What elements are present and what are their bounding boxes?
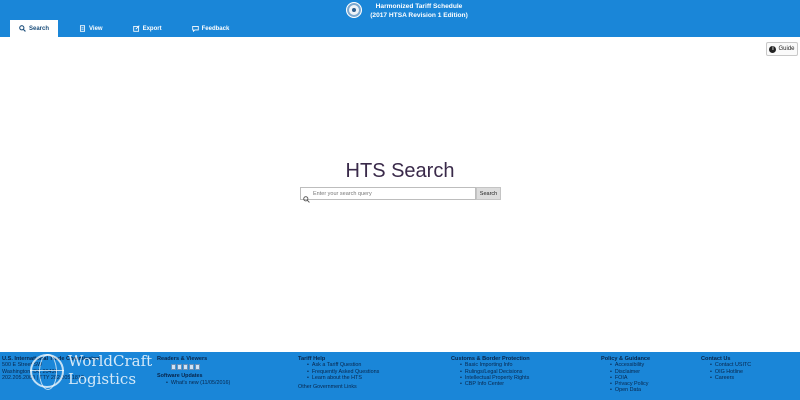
reader-icon[interactable] [195,364,200,371]
reader-icon[interactable] [177,364,182,371]
footer-col-cbp: Customs & Border Protection Basic Import… [451,356,591,387]
reader-icon[interactable] [183,364,188,371]
app-title-line1: Harmonized Tariff Schedule [375,3,463,10]
export-icon [132,25,140,32]
document-icon [79,25,86,32]
tab-export-label: Export [142,25,162,32]
info-icon: i [769,45,777,53]
footer-col-usitc: U.S. International Trade Commission 500 … [2,356,152,381]
app-title-line2: (2017 HTSA Revision 1 Edition) [370,12,468,19]
main-tabs: Search View Export Feedback [10,20,250,37]
search-field-icon [303,190,310,203]
header-bar: Harmonized Tariff Schedule (2017 HTSA Re… [0,0,800,37]
footer-col-readers: Readers & Viewers Software Updates What'… [157,356,287,386]
tab-search-label: Search [29,25,50,32]
footer-link[interactable]: What's new (11/05/2016) [166,380,287,386]
search-input[interactable] [300,187,476,200]
usitc-seal-logo [346,2,362,18]
search-button[interactable]: Search [476,187,501,200]
footer-link[interactable]: Careers [710,375,796,381]
tab-view-label: View [89,25,103,32]
footer-col-contact: Contact Us Contact USITC OIG Hotline Car… [701,356,796,381]
guide-label: Guide [778,46,795,52]
tab-search[interactable]: Search [10,20,59,37]
reader-icon[interactable] [189,364,194,371]
reader-icon[interactable] [171,364,176,371]
tab-view[interactable]: View [70,20,112,37]
footer-link[interactable]: CBP Info Center [460,381,591,387]
footer-col-tariff-help: Tariff Help Ask a Tariff Question Freque… [298,356,438,390]
tab-feedback[interactable]: Feedback [183,20,239,37]
footer-col-policy: Policy & Guidance Accessibility Disclaim… [601,356,696,394]
footer-readers-title[interactable]: Readers & Viewers [157,356,287,362]
guide-button[interactable]: i Guide [766,42,798,56]
page-title: HTS Search [345,160,455,182]
tab-export[interactable]: Export [124,20,171,37]
footer: U.S. International Trade Commission 500 … [0,352,800,400]
reader-icons [171,364,287,371]
footer-link[interactable]: Learn about the HTS [307,375,438,381]
footer-link[interactable]: Open Data [610,387,696,393]
app-title: Harmonized Tariff Schedule (2017 HTSA Re… [364,2,474,20]
search-icon [19,25,26,32]
footer-other-gov-links[interactable]: Other Government Links [298,384,438,390]
footer-phone-line: 202.205.2000 | TTY 202.205.1810 [2,374,84,381]
tab-feedback-label: Feedback [201,25,230,32]
feedback-icon [191,25,199,33]
